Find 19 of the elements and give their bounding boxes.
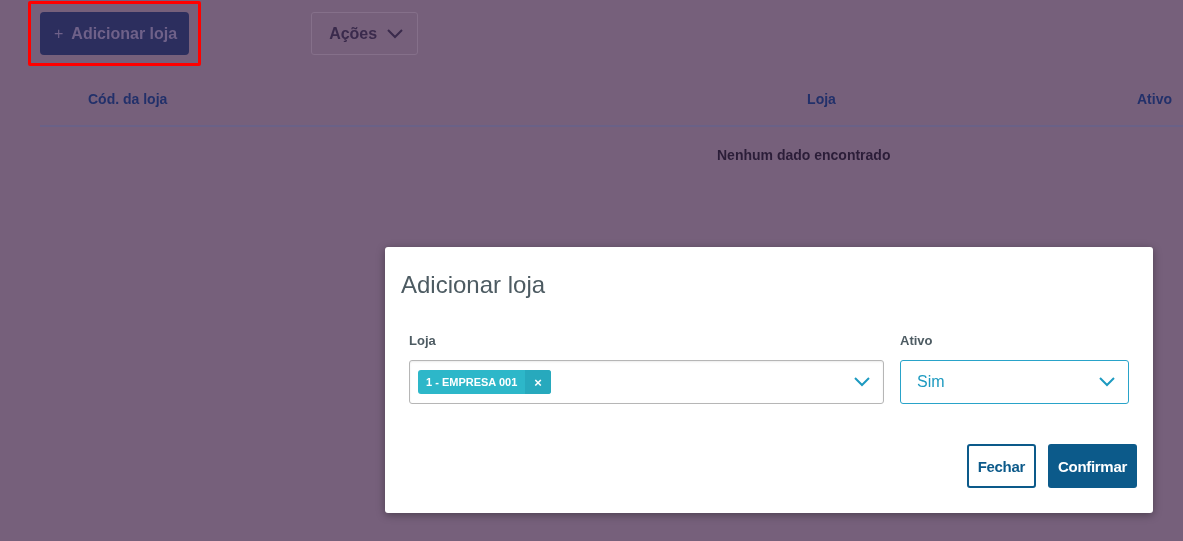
dialog-title: Adicionar loja (401, 271, 546, 299)
chevron-down-icon (1099, 377, 1115, 387)
tag-label: 1 - EMPRESA 001 (425, 376, 519, 388)
column-header: Loja (806, 91, 837, 107)
add-store-button[interactable]: + Adicionar loja (40, 12, 190, 55)
column-header: Ativo (1136, 91, 1173, 107)
select-value: Sim (917, 373, 945, 391)
field-label: Ativo (900, 333, 934, 348)
multiselect-field[interactable]: 1 - EMPRESA 001 × (409, 360, 884, 404)
column-header: Cód. da loja (87, 91, 169, 107)
select-field[interactable]: Sim (900, 360, 1129, 404)
chevron-down-icon (854, 377, 870, 387)
tag-remove-button[interactable]: × (525, 370, 551, 394)
field-label: Loja (409, 333, 437, 348)
chevron-down-icon (387, 28, 404, 39)
actions-button[interactable]: Ações (311, 12, 419, 55)
confirm-button[interactable]: Confirmar (1048, 444, 1137, 488)
empty-message: Nenhum dado encontrado (717, 147, 891, 163)
close-button[interactable]: Fechar (966, 444, 1036, 488)
